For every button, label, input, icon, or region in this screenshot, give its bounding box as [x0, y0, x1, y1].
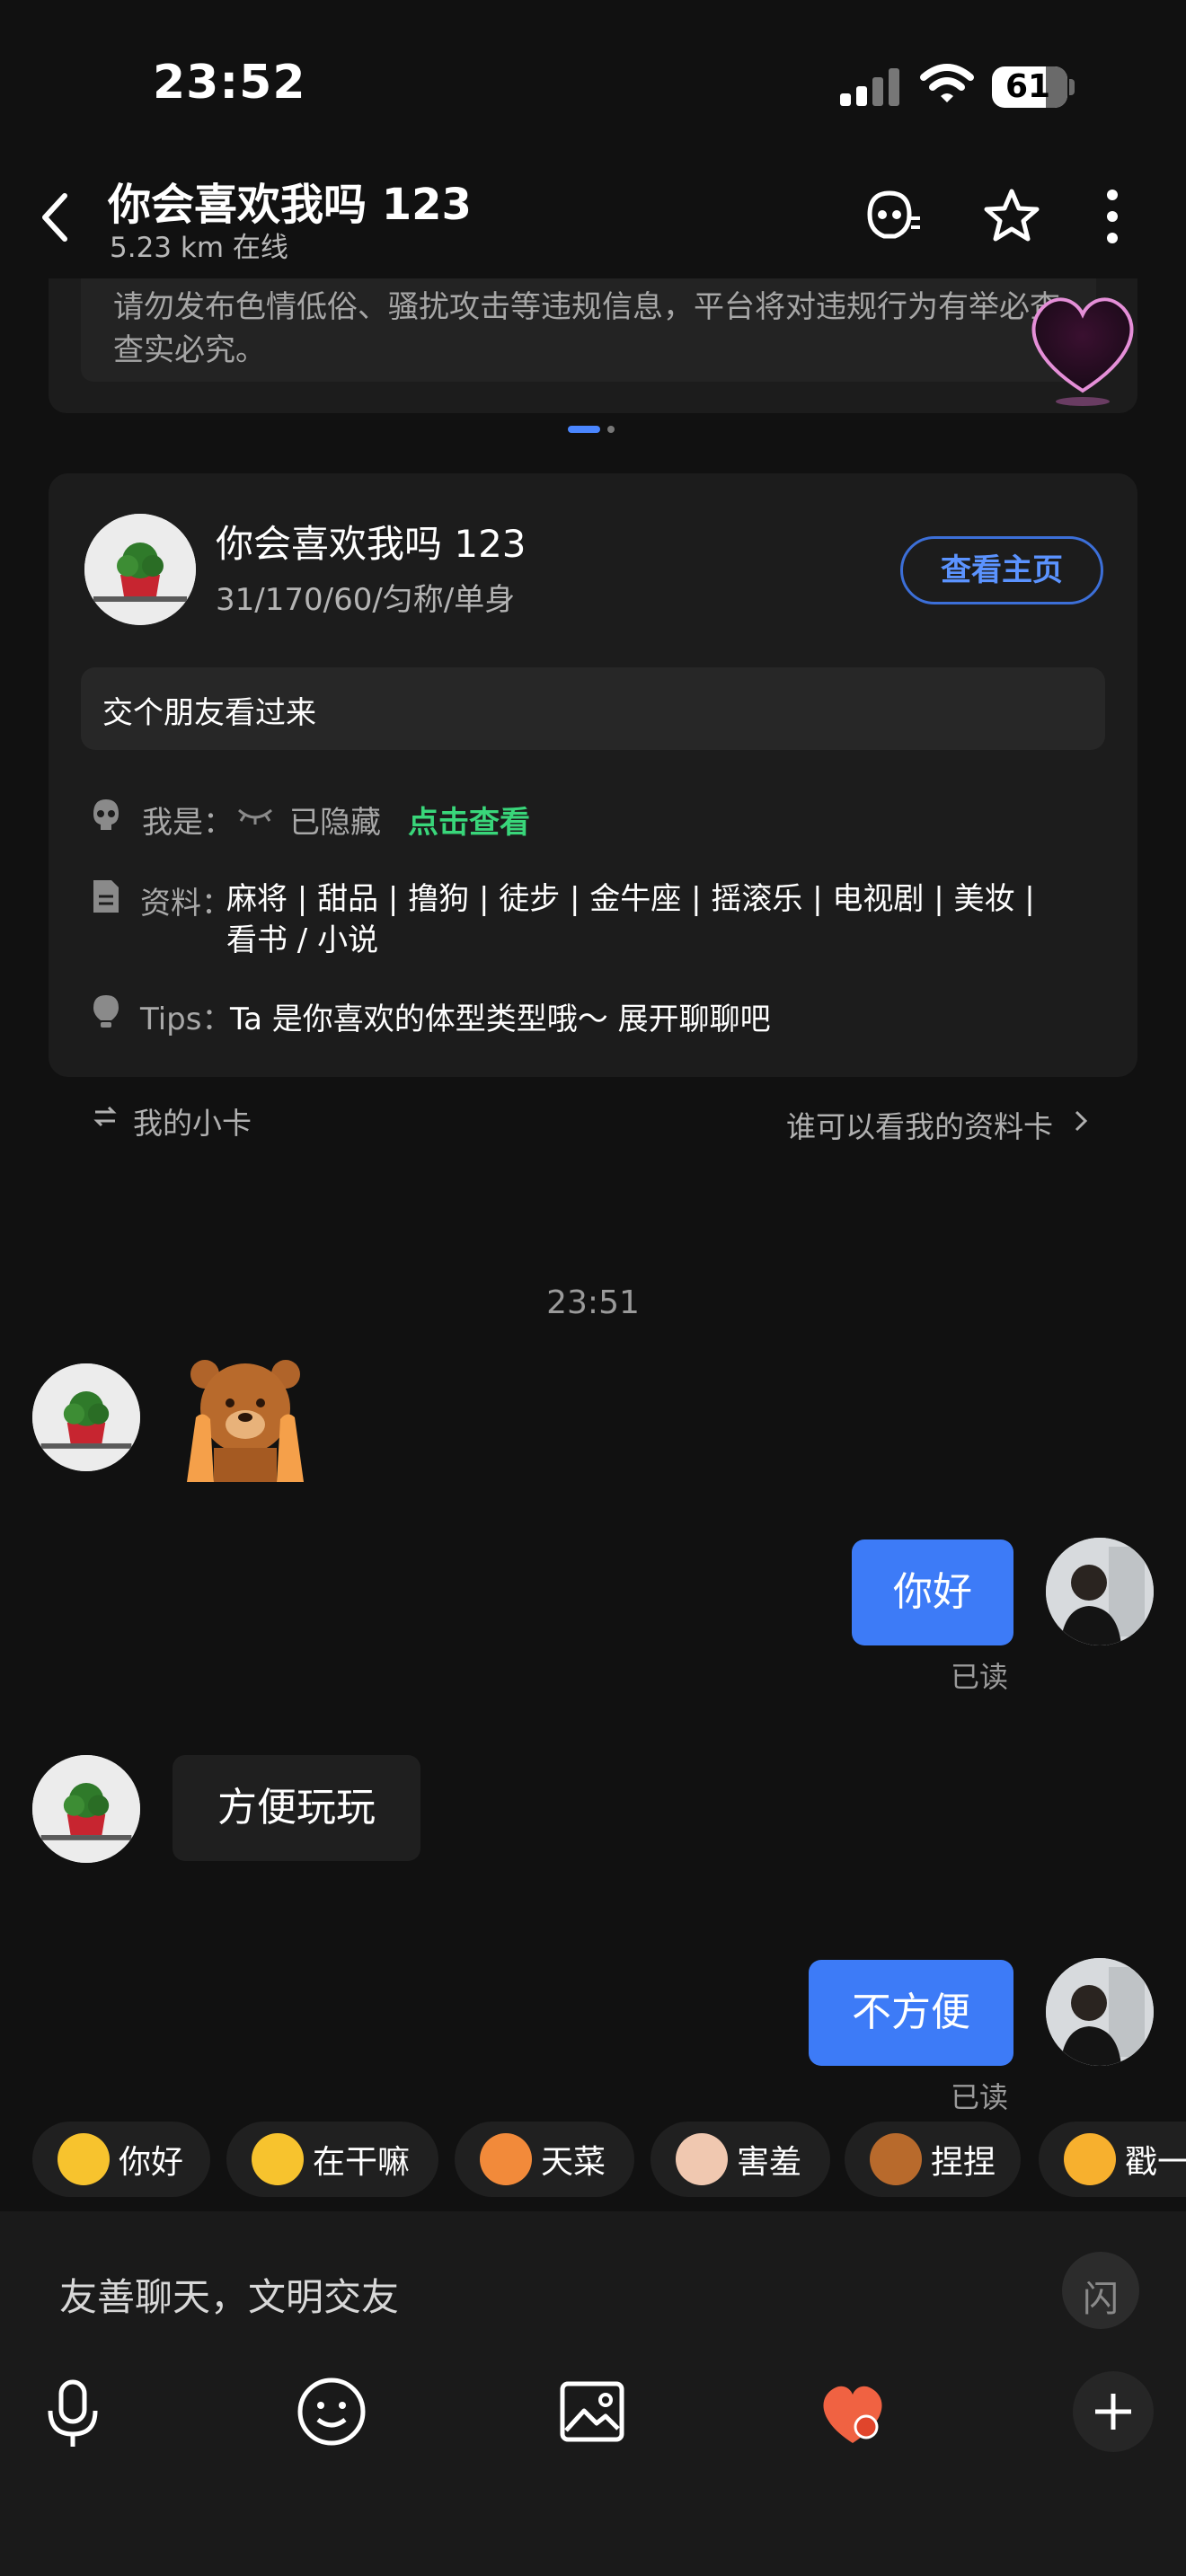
- chat-title: 你会喜欢我吗 123: [108, 180, 472, 230]
- battery-percent: 61: [1005, 68, 1051, 105]
- emoji-cat-icon: [480, 2133, 532, 2185]
- image-icon[interactable]: [552, 2371, 633, 2452]
- mic-icon[interactable]: [32, 2371, 113, 2452]
- emoji-question-icon: [252, 2133, 304, 2185]
- profile-name: 你会喜欢我吗 123: [216, 522, 527, 566]
- tips-label: Tips：: [140, 1001, 233, 1037]
- lightbulb-icon: [93, 995, 119, 1028]
- emoji-icon[interactable]: [291, 2371, 372, 2452]
- quick-reply-chip[interactable]: 戳一: [1039, 2122, 1186, 2197]
- reveal-link[interactable]: 点击查看: [408, 798, 530, 842]
- message-bubble-out[interactable]: 不方便: [809, 1960, 1013, 2066]
- quick-reply-chip[interactable]: 害羞: [651, 2122, 830, 2197]
- quick-reply-chip[interactable]: 天菜: [455, 2122, 634, 2197]
- battery-icon: 61: [992, 66, 1075, 108]
- heart-decoration-icon: [1031, 297, 1134, 406]
- swap-icon: [93, 1106, 117, 1127]
- plus-icon: [1095, 2394, 1131, 2430]
- heart-gift-icon[interactable]: [812, 2371, 893, 2452]
- identity-label: 我是：: [142, 805, 234, 841]
- identity-value: 已隐藏: [289, 805, 381, 841]
- document-icon: [93, 880, 119, 913]
- emoji-bear-icon: [870, 2133, 922, 2185]
- message-bubble-in[interactable]: 方便玩玩: [173, 1755, 420, 1861]
- tags-value: 麻将 | 甜品 | 撸狗 | 徒步 | 金牛座 | 摇滚乐 | 电视剧 | 美妆…: [226, 881, 1035, 958]
- skull-icon: [93, 799, 119, 830]
- emoji-hi-icon: [58, 2133, 110, 2185]
- read-status: 已读: [951, 2080, 1009, 2114]
- avatar[interactable]: [32, 1363, 140, 1471]
- avatar[interactable]: [84, 514, 196, 625]
- signal-icon: [840, 68, 899, 106]
- message-bubble-out[interactable]: 你好: [852, 1539, 1013, 1645]
- star-icon[interactable]: [979, 184, 1044, 249]
- avatar[interactable]: [1046, 1538, 1154, 1645]
- chat-subtitle: 5.23 km 在线: [110, 232, 288, 264]
- view-profile-button[interactable]: 查看主页: [900, 536, 1103, 604]
- avatar[interactable]: [32, 1755, 140, 1863]
- emoji-shy-icon: [676, 2133, 728, 2185]
- bear-sticker[interactable]: [178, 1354, 313, 1482]
- read-status: 已读: [951, 1660, 1009, 1694]
- quick-reply-chip[interactable]: 在干嘛: [226, 2122, 438, 2197]
- notice-text: 请勿发布色情低俗、骚扰攻击等违规信息，平台将对违规行为有举必查、查实必究。: [113, 289, 1091, 368]
- flash-button[interactable]: 闪: [1062, 2252, 1139, 2329]
- profile-stats: 31/170/60/匀称/单身: [216, 582, 516, 618]
- tags-label: 资料：: [140, 886, 232, 922]
- status-time: 23:52: [153, 56, 306, 110]
- message-input[interactable]: 友善聊天，文明交友: [59, 2267, 399, 2322]
- intro-text: 交个朋友看过来: [102, 695, 316, 731]
- avatar[interactable]: [1046, 1958, 1154, 2066]
- tips-value: Ta 是你喜欢的体型类型哦～ 展开聊聊吧: [230, 1001, 771, 1037]
- chat-timestamp: 23:51: [546, 1284, 640, 1321]
- my-card-link[interactable]: 我的小卡: [133, 1099, 252, 1142]
- eye-closed-icon: [238, 808, 272, 825]
- quick-reply-chip[interactable]: 你好: [32, 2122, 210, 2197]
- emoji-point-icon: [1064, 2133, 1116, 2185]
- who-can-see-link[interactable]: 谁可以看我的资料卡: [786, 1103, 1053, 1146]
- wifi-icon: [920, 64, 974, 102]
- chevron-right-icon[interactable]: [1073, 1108, 1089, 1134]
- more-icon[interactable]: [1084, 184, 1148, 249]
- mask-icon[interactable]: [859, 184, 924, 249]
- quick-reply-chip[interactable]: 捏捏: [845, 2122, 1021, 2197]
- plus-button[interactable]: [1073, 2371, 1154, 2452]
- back-icon[interactable]: [36, 190, 72, 244]
